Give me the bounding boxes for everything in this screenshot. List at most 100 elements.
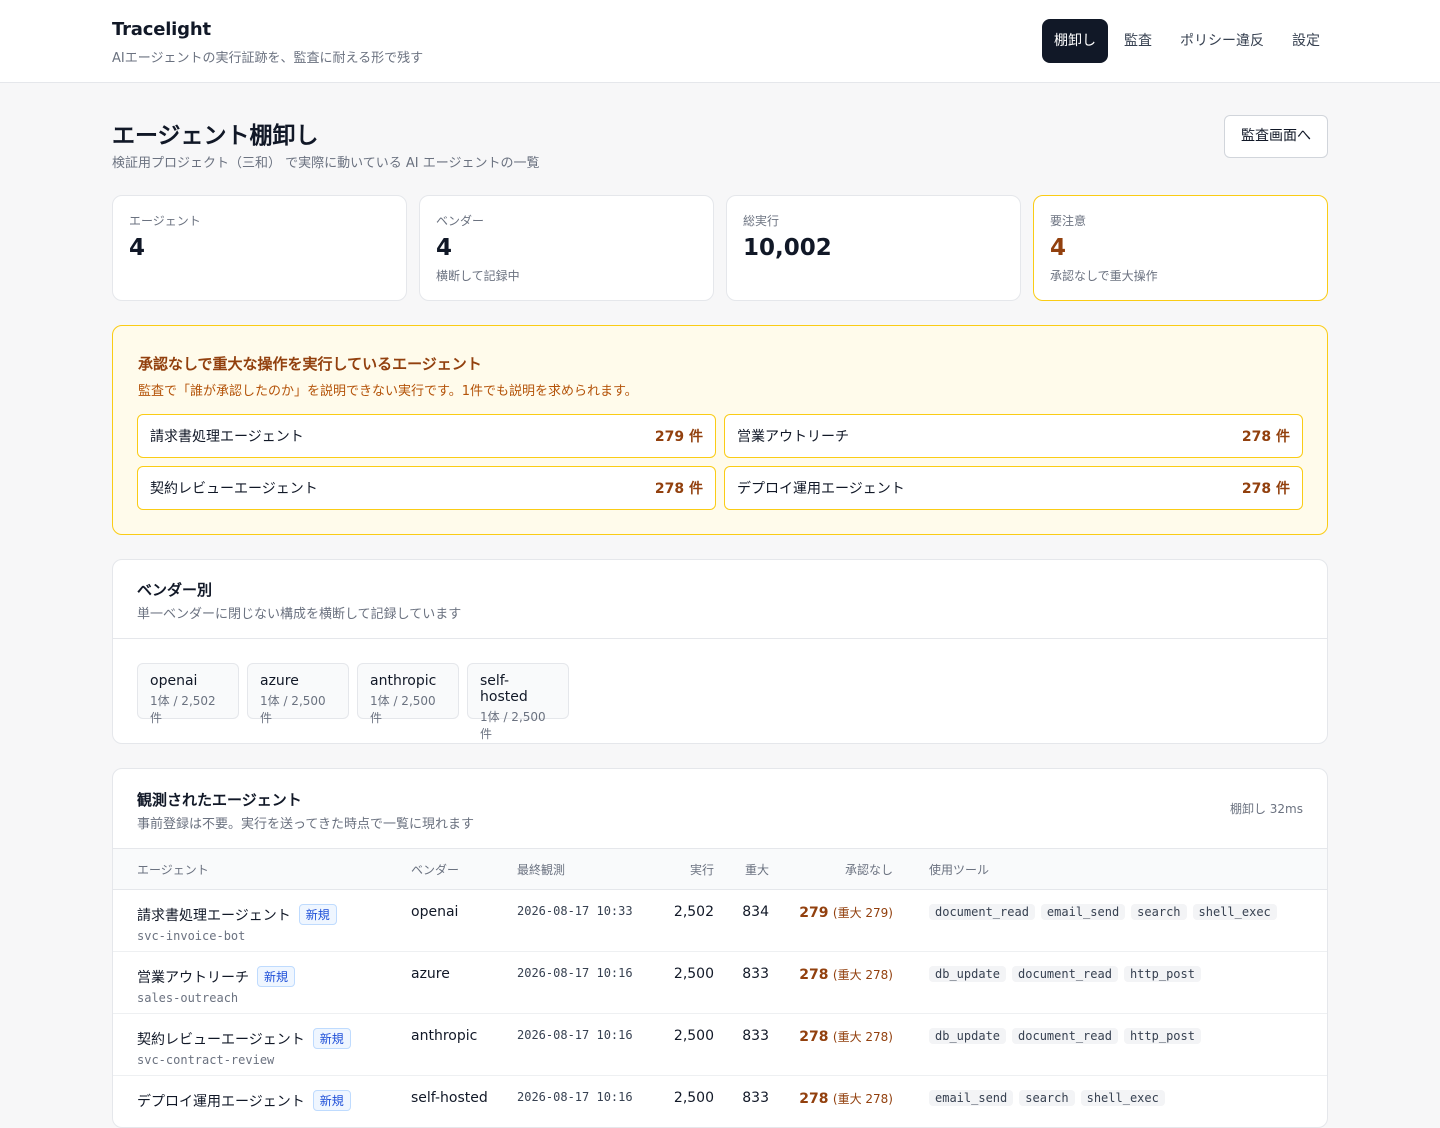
- last-seen-cell: 2026-08-17 10:33: [517, 890, 657, 952]
- agent-name[interactable]: 契約レビューエージェント: [137, 1032, 305, 1048]
- alert-item[interactable]: 契約レビューエージェント 278 件: [137, 466, 716, 510]
- unapproved-critical-note: (重大 278): [833, 1030, 893, 1044]
- unapproved-count: 278: [799, 1091, 828, 1107]
- divider: [113, 638, 1327, 639]
- app-tagline: AIエージェントの実行証跡を、監査に耐える形で残す: [112, 47, 423, 66]
- vendor-name: self-hosted: [480, 673, 556, 705]
- alert-item-count: 278 件: [1242, 426, 1290, 446]
- stat-label: 総実行: [743, 212, 1004, 229]
- unapproved-count: 278: [799, 1029, 828, 1045]
- vendor-panel-subtitle: 単一ベンダーに閉じない構成を横断して記録しています: [137, 603, 461, 622]
- agent-name[interactable]: デプロイ運用エージェント: [137, 1094, 305, 1110]
- tool-tag: shell_exec: [1081, 1090, 1165, 1106]
- table-row[interactable]: 契約レビューエージェント新規 svc-contract-review anthr…: [113, 1014, 1328, 1076]
- stat-card-total-runs: 総実行 10,002: [726, 195, 1021, 301]
- vendor-name: azure: [260, 673, 336, 689]
- new-badge: 新規: [313, 1090, 351, 1111]
- unapproved-cell: 278 (重大 278): [769, 1076, 893, 1128]
- stat-note: 承認なしで重大操作: [1050, 267, 1311, 284]
- stat-value: 10,002: [743, 235, 1004, 261]
- unapproved-count: 278: [799, 967, 828, 983]
- unapproved-cell: 278 (重大 278): [769, 1014, 893, 1076]
- vendor-cell: openai: [411, 890, 517, 952]
- agent-name[interactable]: 営業アウトリーチ: [137, 970, 249, 986]
- vendor-chip-openai[interactable]: openai 1体 / 2,502件: [137, 663, 239, 719]
- tool-tag: search: [1019, 1090, 1074, 1106]
- agent-id: svc-invoice-bot: [137, 929, 411, 943]
- vendor-panel-title: ベンダー別: [137, 579, 212, 600]
- go-to-audit-button[interactable]: 監査画面へ: [1224, 115, 1328, 158]
- nav-item-settings[interactable]: 設定: [1280, 19, 1332, 63]
- alert-item-name: デプロイ運用エージェント: [737, 478, 905, 498]
- table-row[interactable]: 請求書処理エージェント新規 svc-invoice-bot openai 202…: [113, 890, 1328, 952]
- column-header-runs[interactable]: 実行: [657, 849, 714, 890]
- last-seen-cell: 2026-08-17 10:16: [517, 952, 657, 1014]
- tool-tag: document_read: [1012, 1028, 1118, 1044]
- column-header-unapproved[interactable]: 承認なし: [769, 849, 893, 890]
- unapproved-critical-note: (重大 278): [833, 1092, 893, 1106]
- unapproved-cell: 278 (重大 278): [769, 952, 893, 1014]
- inventory-timing: 棚卸し 32ms: [1230, 800, 1303, 817]
- agents-table: エージェント ベンダー 最終観測 実行 重大 承認なし 使用ツール 請求書処理エ…: [113, 848, 1328, 1128]
- app-header: Tracelight AIエージェントの実行証跡を、監査に耐える形で残す 棚卸し…: [0, 0, 1440, 83]
- critical-cell: 833: [714, 952, 769, 1014]
- stat-label: 要注意: [1050, 212, 1311, 229]
- page-subtitle: 検証用プロジェクト（三和） で実際に動いている AI エージェントの一覧: [112, 152, 539, 171]
- tool-tag: email_send: [929, 1090, 1013, 1106]
- unapproved-cell: 279 (重大 279): [769, 890, 893, 952]
- brand: Tracelight AIエージェントの実行証跡を、監査に耐える形で残す: [112, 19, 423, 66]
- column-header-tools[interactable]: 使用ツール: [893, 849, 1328, 890]
- stat-label: エージェント: [129, 212, 390, 229]
- nav-item-policy-violations[interactable]: ポリシー違反: [1168, 19, 1276, 63]
- page-title: エージェント棚卸し: [112, 116, 319, 150]
- runs-cell: 2,500: [657, 952, 714, 1014]
- stat-card-attention: 要注意 4 承認なしで重大操作: [1033, 195, 1328, 301]
- tools-cell: document_reademail_sendsearchshell_exec: [893, 890, 1328, 952]
- tool-tag: db_update: [929, 1028, 1006, 1044]
- alert-item-name: 営業アウトリーチ: [737, 426, 849, 446]
- column-header-agent[interactable]: エージェント: [113, 849, 411, 890]
- stat-value: 4: [129, 235, 390, 261]
- app-name[interactable]: Tracelight: [112, 19, 423, 40]
- alert-item[interactable]: デプロイ運用エージェント 278 件: [724, 466, 1303, 510]
- agent-name[interactable]: 請求書処理エージェント: [137, 908, 291, 924]
- alert-item[interactable]: 請求書処理エージェント 279 件: [137, 414, 716, 458]
- vendor-cell: self-hosted: [411, 1076, 517, 1128]
- runs-cell: 2,502: [657, 890, 714, 952]
- nav-item-audit[interactable]: 監査: [1112, 19, 1164, 63]
- column-header-vendor[interactable]: ベンダー: [411, 849, 517, 890]
- alert-item-name: 契約レビューエージェント: [150, 478, 318, 498]
- table-row[interactable]: デプロイ運用エージェント新規 self-hosted 2026-08-17 10…: [113, 1076, 1328, 1128]
- column-header-last-seen[interactable]: 最終観測: [517, 849, 657, 890]
- stat-card-vendors: ベンダー 4 横断して記録中: [419, 195, 714, 301]
- vendor-count: 1体 / 2,500件: [260, 692, 336, 726]
- vendor-count: 1体 / 2,500件: [370, 692, 446, 726]
- agents-panel-title: 観測されたエージェント: [137, 789, 302, 810]
- vendor-chip-anthropic[interactable]: anthropic 1体 / 2,500件: [357, 663, 459, 719]
- alert-item-count: 278 件: [1242, 478, 1290, 498]
- tool-tag: document_read: [1012, 966, 1118, 982]
- new-badge: 新規: [299, 904, 337, 925]
- vendor-chip-azure[interactable]: azure 1体 / 2,500件: [247, 663, 349, 719]
- vendor-cell: anthropic: [411, 1014, 517, 1076]
- tools-cell: email_send search shell_exec: [893, 1076, 1328, 1128]
- table-row[interactable]: 営業アウトリーチ新規 sales-outreach azure 2026-08-…: [113, 952, 1328, 1014]
- stat-value: 4: [436, 235, 697, 261]
- column-header-critical[interactable]: 重大: [714, 849, 769, 890]
- runs-cell: 2,500: [657, 1014, 714, 1076]
- critical-cell: 834: [714, 890, 769, 952]
- stat-card-agents: エージェント 4: [112, 195, 407, 301]
- agents-panel-subtitle: 事前登録は不要。実行を送ってきた時点で一覧に現れます: [137, 813, 474, 832]
- tool-tag: db_update: [929, 966, 1006, 982]
- alert-item[interactable]: 営業アウトリーチ 278 件: [724, 414, 1303, 458]
- nav-item-inventory[interactable]: 棚卸し: [1042, 19, 1108, 63]
- tool-tag: shell_exec: [1193, 904, 1277, 920]
- tool-tag: document_read: [929, 904, 1035, 920]
- critical-cell: 833: [714, 1014, 769, 1076]
- new-badge: 新規: [313, 1028, 351, 1049]
- unapproved-critical-note: (重大 279): [833, 906, 893, 920]
- unapproved-count: 279: [799, 905, 828, 921]
- vendor-chip-self-hosted[interactable]: self-hosted 1体 / 2,500件: [467, 663, 569, 719]
- stat-label: ベンダー: [436, 212, 697, 229]
- alert-item-name: 請求書処理エージェント: [150, 426, 304, 446]
